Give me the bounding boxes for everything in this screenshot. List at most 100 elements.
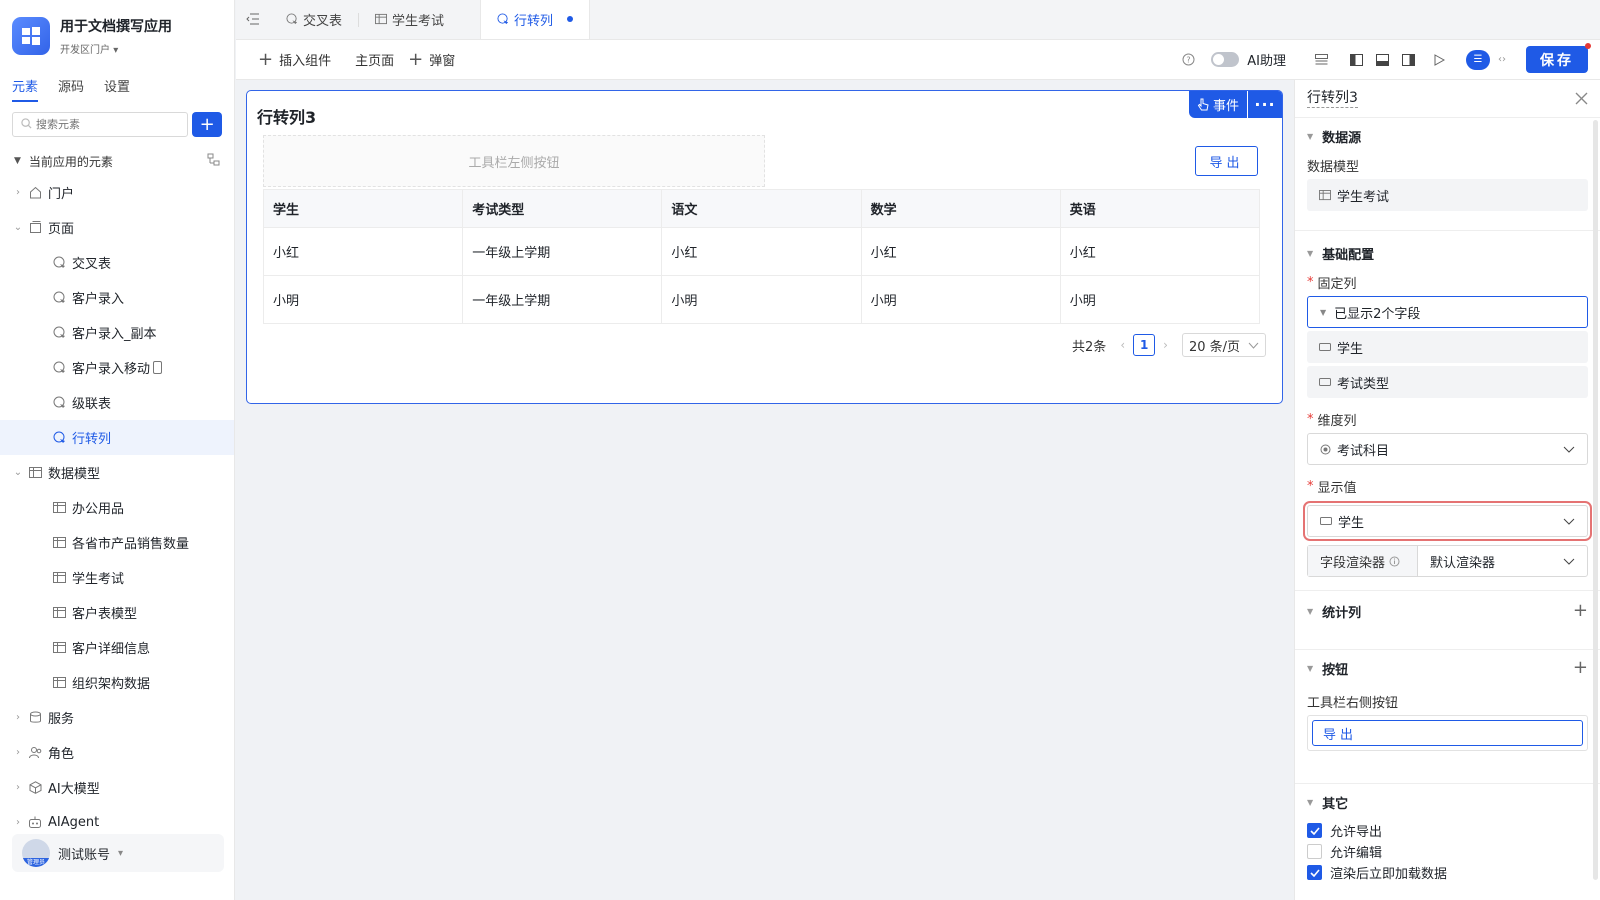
left-panel-icon[interactable] — [1348, 52, 1364, 68]
left-sidebar: 用于文档撰写应用 开发区门户 ▾ 元素 源码 设置 + ▼ 当前应用的元素 ›门… — [0, 0, 235, 900]
pivot-component[interactable]: 行转列3 事件 ··· 工具栏左侧按钮 导出 学生 考试类型 语文 数学 英语 — [246, 90, 1283, 404]
display-value-select[interactable]: 学生 — [1303, 501, 1592, 541]
tree-item-customer-entry-copy[interactable]: 客户录入_副本 — [0, 315, 234, 350]
tree-item-row-to-column[interactable]: 行转列 — [0, 420, 234, 455]
export-button[interactable]: 导出 — [1195, 146, 1258, 176]
component-title: 行转列3 — [257, 108, 317, 127]
tree-item-roles[interactable]: › 角色 — [0, 735, 234, 770]
tree-item-data-model[interactable]: ⌄ 数据模型 — [0, 455, 234, 490]
design-mode-icon[interactable]: ☰ — [1466, 49, 1490, 70]
event-button[interactable]: 事件 — [1188, 91, 1247, 118]
user-account[interactable]: 管理员 测试账号 ▾ — [12, 834, 224, 872]
fixed-field-item[interactable]: 考试类型 — [1307, 366, 1588, 398]
close-icon[interactable] — [1575, 92, 1588, 105]
allow-export-option[interactable]: 允许导出 — [1307, 820, 1588, 841]
tree-item-org-data[interactable]: 组织架构数据 — [0, 665, 234, 700]
tree-item-province-sales[interactable]: 各省市产品销售数量 — [0, 525, 234, 560]
preview-play-icon[interactable] — [1431, 52, 1447, 68]
data-model-field[interactable]: 学生考试 — [1307, 179, 1588, 211]
tree-item-crosstab[interactable]: 交叉表 — [0, 245, 234, 280]
search-input[interactable] — [36, 118, 176, 131]
chevron-right-icon: › — [16, 712, 20, 723]
tab-row-to-column[interactable]: 行转列 — [480, 0, 591, 39]
tab-settings[interactable]: 设置 — [104, 76, 130, 102]
checkbox-unchecked-icon[interactable] — [1307, 844, 1322, 859]
tree-item-customer-detail[interactable]: 客户详细信息 — [0, 630, 234, 665]
stats-header[interactable]: ▼ 统计列 + — [1307, 593, 1588, 629]
tree-item-cascade-table[interactable]: 级联表 — [0, 385, 234, 420]
table-row[interactable]: 小红 一年级上学期 小红 小红 小红 — [262, 227, 1261, 276]
tree-item-office-supplies[interactable]: 办公用品 — [0, 490, 234, 525]
checkbox-checked-icon[interactable] — [1307, 865, 1322, 880]
load-on-render-option[interactable]: 渲染后立即加载数据 — [1307, 862, 1588, 883]
fixed-columns-select[interactable]: ▼ 已显示2个字段 — [1307, 296, 1588, 328]
add-element-button[interactable]: + — [192, 112, 222, 137]
tab-student-exam[interactable]: 学生考试 — [359, 0, 460, 39]
tree-item-services[interactable]: › 服务 — [0, 700, 234, 735]
bottom-panel-icon[interactable] — [1374, 52, 1390, 68]
column-header[interactable]: 数学 — [860, 189, 1061, 228]
tree-item-portal[interactable]: › 门户 — [0, 175, 234, 210]
table-cell: 小明 — [661, 275, 862, 324]
tab-source[interactable]: 源码 — [58, 76, 84, 102]
save-button[interactable]: 保存 — [1526, 43, 1591, 73]
page-icon — [52, 361, 66, 375]
renderer-select[interactable]: 默认渲染器 — [1418, 546, 1587, 576]
caret-down-icon: ▼ — [1307, 131, 1314, 141]
dimension-select[interactable]: 考试科目 — [1307, 433, 1588, 465]
column-header[interactable]: 考试类型 — [462, 189, 663, 228]
info-icon[interactable] — [1389, 556, 1400, 567]
layout-toggle-icon[interactable] — [1313, 52, 1329, 68]
insert-component-button[interactable]: + 插入组件 — [246, 50, 343, 69]
column-header[interactable]: 学生 — [262, 189, 464, 228]
help-icon[interactable]: ? — [1180, 52, 1196, 68]
toolbar-export-button[interactable]: 导出 — [1312, 720, 1583, 746]
prev-page-icon[interactable]: ‹ — [1120, 338, 1125, 352]
basic-config-header[interactable]: ▼ 基础配置 — [1307, 235, 1588, 271]
panel-scrollbar[interactable] — [1593, 120, 1598, 880]
tree-item-pages[interactable]: ⌄ 页面 — [0, 210, 234, 245]
fixed-field-item[interactable]: 学生 — [1307, 331, 1588, 363]
main-page-button[interactable]: 主页面 — [343, 50, 406, 69]
env-selector[interactable]: 开发区门户 ▾ — [60, 41, 172, 56]
cube-icon — [28, 781, 42, 795]
add-stat-icon[interactable]: + — [1573, 602, 1588, 620]
column-header[interactable]: 英语 — [1059, 189, 1261, 228]
checkbox-checked-icon[interactable] — [1307, 823, 1322, 838]
column-header[interactable]: 语文 — [661, 189, 862, 228]
tree-item-customer-entry[interactable]: 客户录入 — [0, 280, 234, 315]
panel-title[interactable]: 行转列3 — [1307, 89, 1358, 108]
more-icon[interactable]: ··· — [1248, 91, 1282, 118]
table-cell: 小明 — [860, 275, 1061, 324]
tree-item-student-exam[interactable]: 学生考试 — [0, 560, 234, 595]
table-cell: 小明 — [1059, 275, 1261, 324]
tree-section-header[interactable]: ▼ 当前应用的元素 — [0, 151, 234, 171]
view-mode-switch: ☰ ‹› — [1466, 49, 1514, 70]
code-mode-icon[interactable]: ‹› — [1490, 50, 1514, 70]
plus-icon: + — [408, 48, 424, 70]
add-button-icon[interactable]: + — [1573, 659, 1588, 677]
tree-item-customer-model[interactable]: 客户表模型 — [0, 595, 234, 630]
allow-edit-option[interactable]: 允许编辑 — [1307, 841, 1588, 862]
layout-icon[interactable] — [207, 153, 220, 169]
tab-elements[interactable]: 元素 — [12, 76, 39, 102]
popup-button[interactable]: + 弹窗 — [406, 50, 467, 69]
tab-crosstab[interactable]: 交叉表 — [270, 0, 358, 39]
tree-item-ai-model[interactable]: › AI大模型 — [0, 770, 234, 805]
ai-assistant-toggle[interactable] — [1211, 52, 1240, 67]
table-icon — [52, 676, 66, 690]
table-cell: 小红 — [1059, 227, 1261, 276]
toolbar-left-placeholder[interactable]: 工具栏左侧按钮 — [263, 135, 765, 187]
table-row[interactable]: 小明 一年级上学期 小明 小明 小明 — [262, 275, 1261, 324]
other-header[interactable]: ▼ 其它 — [1307, 784, 1588, 820]
buttons-header[interactable]: ▼ 按钮 + — [1307, 650, 1588, 686]
toolbar-right-buttons: 导出 — [1307, 715, 1588, 751]
page-size-select[interactable]: 20 条/页 — [1181, 333, 1266, 357]
collapse-sidebar-icon[interactable] — [236, 0, 270, 39]
pages-icon — [28, 221, 42, 235]
tree-item-customer-entry-mobile[interactable]: 客户录入移动 — [0, 350, 234, 385]
datasource-header[interactable]: ▼ 数据源 — [1307, 118, 1588, 154]
next-page-icon[interactable]: › — [1163, 338, 1168, 352]
right-panel-icon[interactable] — [1400, 52, 1416, 68]
page-number[interactable]: 1 — [1133, 334, 1156, 356]
